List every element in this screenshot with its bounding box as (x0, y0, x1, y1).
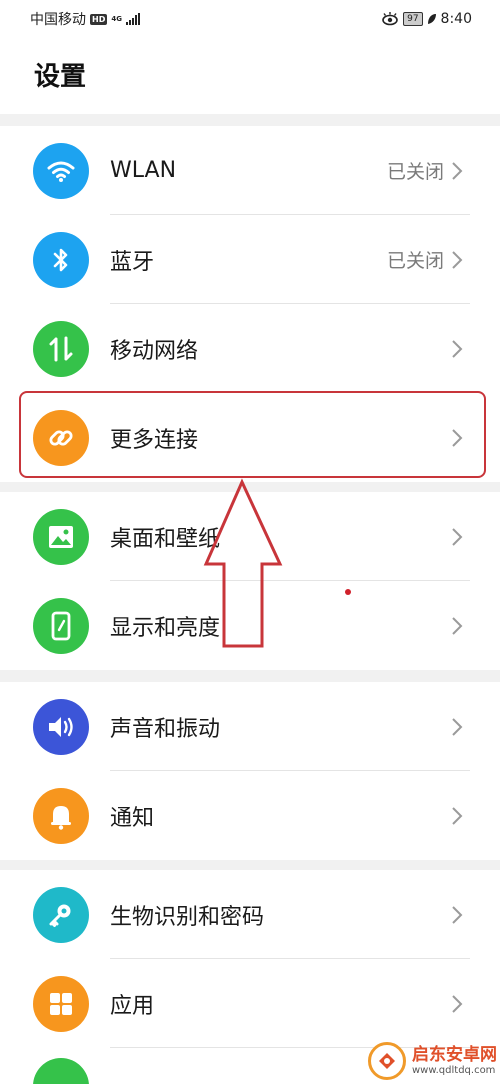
eye-comfort-icon (382, 12, 398, 26)
clock: 8:40 (440, 11, 472, 27)
settings-item-bluetooth[interactable]: 蓝牙 已关闭 (0, 215, 500, 304)
settings-item-label: 生物识别和密码 (110, 904, 265, 930)
watermark-text: 启东安卓网 www.qdltdq.com (412, 1046, 497, 1076)
chevron-right-icon (452, 616, 463, 635)
hd-badge: HD (90, 13, 108, 25)
chevron-right-icon (452, 339, 463, 358)
settings-item-notifications[interactable]: 通知 (0, 771, 500, 860)
settings-item-label: WLAN (110, 158, 177, 183)
chevron-right-icon (452, 250, 463, 269)
settings-item-biometrics[interactable]: 生物识别和密码 (0, 870, 500, 959)
settings-item-apps[interactable]: 应用 (0, 959, 500, 1048)
watermark-logo-icon (368, 1042, 406, 1080)
apps-icon (33, 975, 89, 1032)
status-bar: 中国移动 HD 4G 97 8:40 (0, 0, 500, 38)
settings-item-label: 蓝牙 (110, 249, 155, 275)
chevron-right-icon (452, 806, 463, 825)
bluetooth-status: 已关闭 (386, 250, 444, 272)
watermark: 启东安卓网 www.qdltdq.com (368, 1038, 500, 1084)
signal-icon (125, 13, 140, 25)
settings-group-sound: 声音和振动 通知 (0, 682, 500, 860)
chevron-right-icon (452, 161, 463, 180)
display-icon (33, 597, 89, 654)
chevron-right-icon (452, 905, 463, 924)
bluetooth-icon (33, 231, 89, 288)
chevron-right-icon (452, 717, 463, 736)
header: 设置 (0, 38, 500, 114)
bell-icon (33, 787, 89, 844)
annotation-dot (345, 589, 351, 595)
settings-item-label: 移动网络 (110, 338, 199, 364)
battery-level: 97 (403, 12, 423, 26)
page-title: 设置 (34, 62, 87, 92)
watermark-name: 启东安卓网 (412, 1045, 497, 1066)
watermark-url: www.qdltdq.com (412, 1064, 496, 1076)
network-type: 4G (111, 14, 122, 23)
wallpaper-icon (33, 508, 89, 565)
leaf-icon (427, 14, 436, 24)
key-icon (33, 886, 89, 943)
partial-item-icon (33, 1058, 89, 1084)
settings-item-sound-vibration[interactable]: 声音和振动 (0, 682, 500, 771)
status-left: 中国移动 HD 4G (30, 9, 140, 29)
wlan-status: 已关闭 (386, 161, 444, 183)
highlight-box (19, 391, 486, 478)
chevron-right-icon (452, 527, 463, 546)
mobile-data-icon (33, 320, 89, 377)
wifi-icon (33, 142, 89, 199)
settings-item-label: 声音和振动 (110, 716, 221, 742)
up-arrow-annotation (203, 478, 283, 648)
status-right: 97 8:40 (381, 11, 472, 27)
settings-item-label: 通知 (110, 805, 155, 831)
settings-item-mobile-network[interactable]: 移动网络 (0, 304, 500, 393)
settings-item-label: 应用 (110, 993, 155, 1019)
carrier-name: 中国移动 (30, 12, 86, 28)
settings-item-wlan[interactable]: WLAN 已关闭 (0, 126, 500, 215)
sound-icon (33, 698, 89, 755)
chevron-right-icon (452, 994, 463, 1013)
